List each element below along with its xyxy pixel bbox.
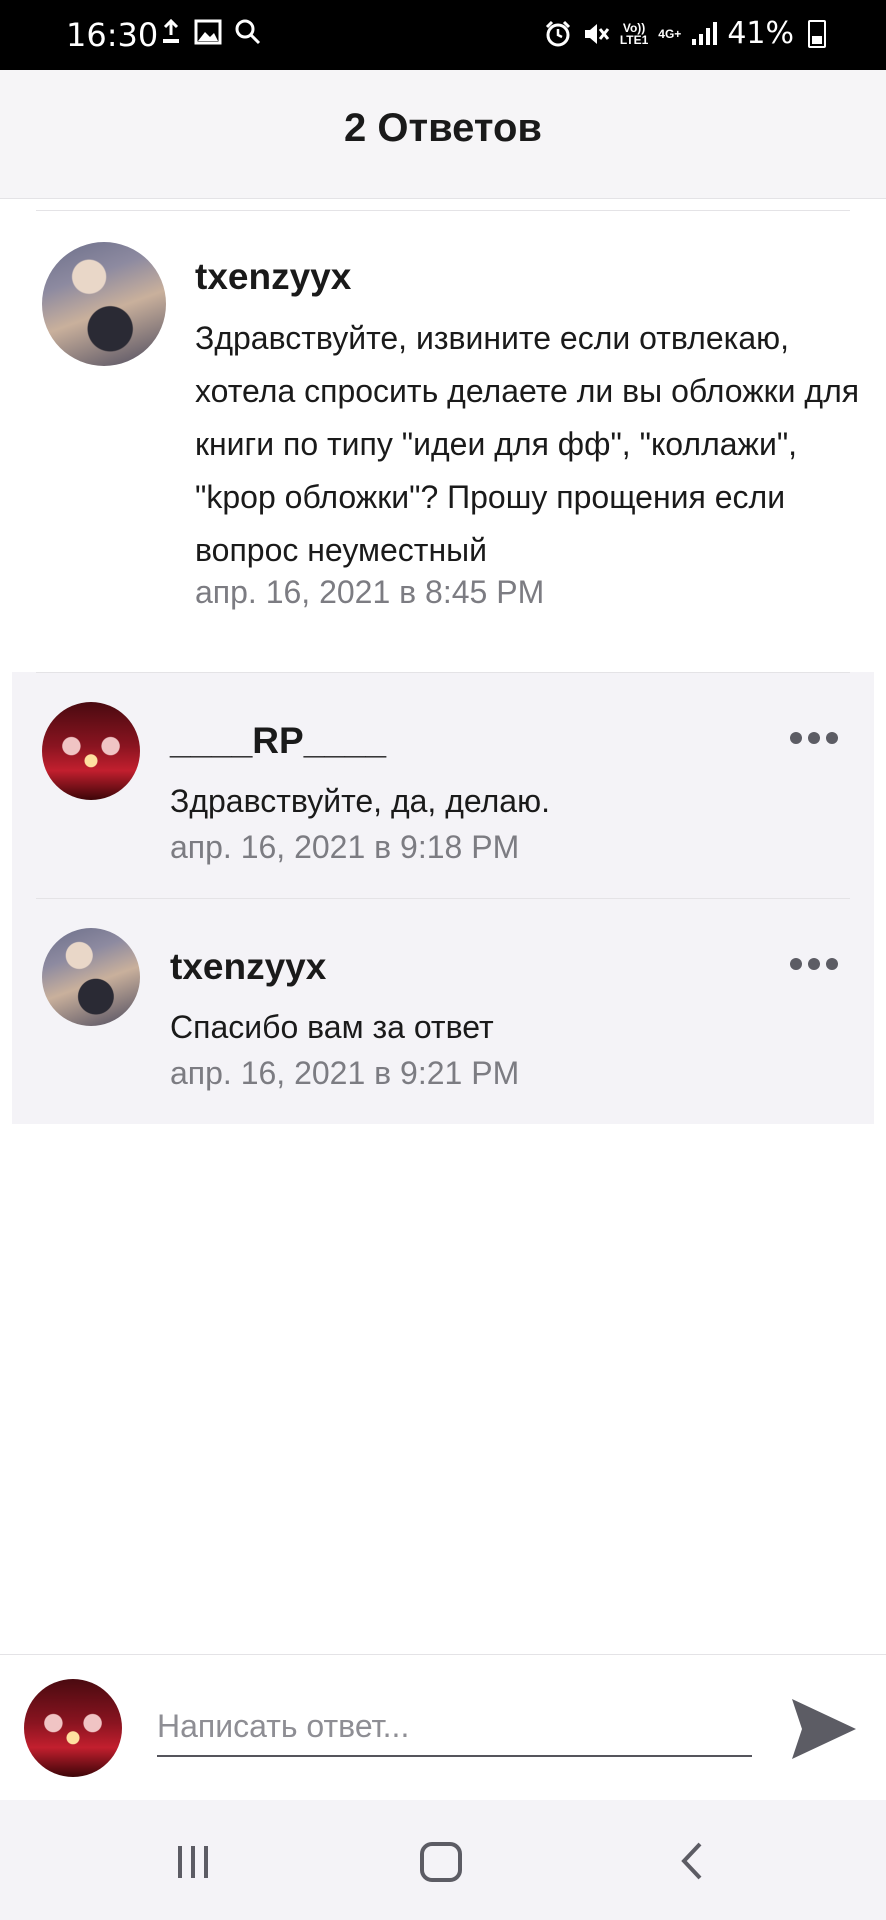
back-button[interactable] bbox=[672, 1840, 714, 1882]
reply-text: Спасибо вам за ответ bbox=[170, 1009, 494, 1045]
alarm-icon bbox=[545, 20, 570, 46]
divider bbox=[36, 210, 850, 211]
divider bbox=[36, 898, 850, 899]
replies-list: ____RP____ Здравствуйте, да, делаю. апр.… bbox=[12, 672, 874, 1124]
avatar[interactable] bbox=[42, 242, 166, 366]
recent-apps-button[interactable] bbox=[172, 1840, 214, 1882]
status-right: Vo)) LTE1 4G+ 41% bbox=[544, 16, 826, 51]
avatar[interactable] bbox=[42, 928, 140, 1026]
reply-date: апр. 16, 2021 в 9:18 PM bbox=[170, 829, 520, 865]
image-icon bbox=[194, 19, 222, 45]
upload-icon bbox=[163, 19, 179, 43]
reply-username[interactable]: ____RP____ bbox=[170, 720, 386, 762]
divider bbox=[36, 672, 850, 673]
battery-percent: 41% bbox=[727, 16, 794, 51]
status-bar: 16:30 Vo)) LTE1 4G+ 41% bbox=[0, 0, 886, 70]
send-button[interactable] bbox=[788, 1695, 860, 1763]
dot bbox=[826, 958, 838, 970]
avatar bbox=[24, 1679, 122, 1777]
reply-text: Здравствуйте, да, делаю. bbox=[170, 783, 550, 819]
reply-username[interactable]: txenzyyx bbox=[170, 946, 326, 988]
dot bbox=[808, 958, 820, 970]
dot bbox=[826, 732, 838, 744]
navigation-bar bbox=[0, 1800, 886, 1920]
mute-icon bbox=[584, 23, 610, 44]
network-type: 4G+ bbox=[658, 26, 682, 41]
status-time: 16:30 bbox=[66, 16, 159, 54]
comment-text: Здравствуйте, извините если отвлекаю, хо… bbox=[195, 320, 860, 568]
avatar[interactable] bbox=[42, 702, 140, 800]
dot bbox=[790, 958, 802, 970]
header: 2 Ответов bbox=[0, 70, 886, 199]
reply-date: апр. 16, 2021 в 9:21 PM bbox=[170, 1055, 520, 1091]
signal-icon bbox=[692, 21, 718, 45]
network-label: Vo)) LTE1 bbox=[619, 20, 649, 47]
more-options-button[interactable] bbox=[790, 958, 838, 970]
home-button[interactable] bbox=[418, 1840, 464, 1884]
status-left-icons bbox=[160, 18, 262, 46]
more-options-button[interactable] bbox=[790, 732, 838, 744]
comment-username[interactable]: txenzyyx bbox=[195, 256, 351, 298]
dot bbox=[790, 732, 802, 744]
reply-composer bbox=[0, 1654, 886, 1801]
reply-input[interactable] bbox=[157, 1697, 752, 1757]
battery-icon bbox=[808, 19, 826, 48]
search-icon bbox=[235, 19, 261, 45]
dot bbox=[808, 732, 820, 744]
page-title: 2 Ответов bbox=[344, 106, 542, 150]
comment-date: апр. 16, 2021 в 8:45 PM bbox=[195, 574, 545, 610]
